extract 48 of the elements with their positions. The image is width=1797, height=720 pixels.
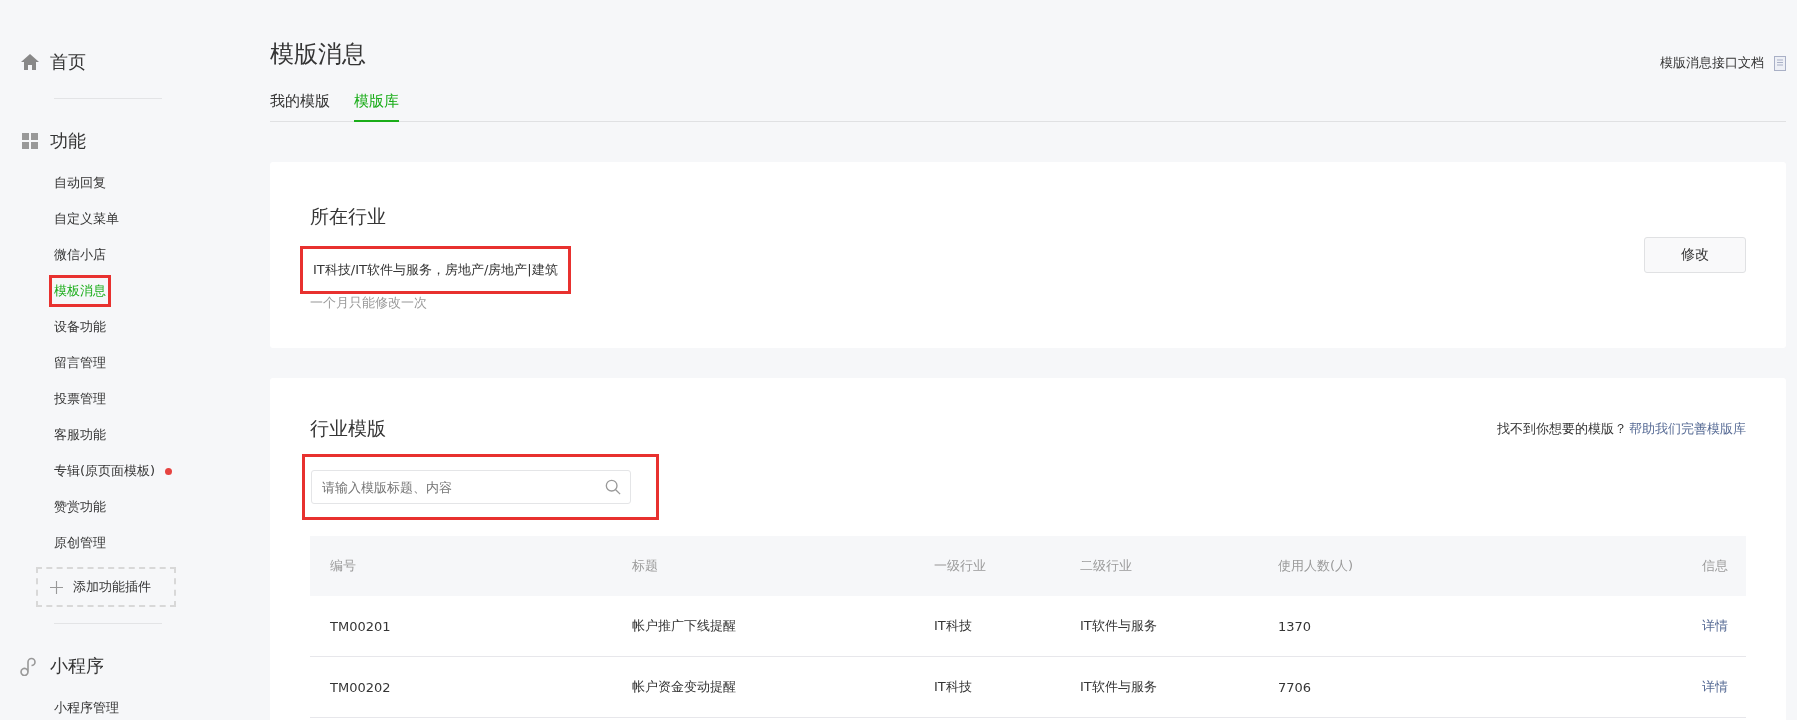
- column-header: 标题: [631, 536, 933, 596]
- plus-icon: [50, 580, 63, 594]
- table-cell: IT软件与服务: [1080, 618, 1157, 633]
- sidebar-section-title[interactable]: 小程序: [50, 654, 104, 678]
- sidebar-item[interactable]: 自动回复: [49, 167, 111, 199]
- column-header: 信息: [1479, 536, 1746, 596]
- add-plugin-button[interactable]: 添加功能插件: [36, 567, 176, 607]
- page-title: 模版消息: [270, 39, 366, 70]
- sidebar-section-title[interactable]: 首页: [50, 50, 86, 74]
- document-icon: [1774, 55, 1786, 71]
- column-header: 使用人数(人): [1277, 536, 1479, 596]
- table-cell: IT科技: [934, 618, 972, 633]
- doc-link[interactable]: 模版消息接口文档: [1660, 54, 1764, 72]
- table-cell: 1370: [1278, 618, 1312, 634]
- table-cell: TM00201: [330, 618, 391, 634]
- column-header: 编号: [310, 536, 631, 596]
- modify-button[interactable]: 修改: [1644, 237, 1746, 273]
- sidebar-item[interactable]: 专辑(原页面模板): [49, 455, 161, 487]
- help-link[interactable]: 帮助我们完善模版库: [1629, 420, 1746, 438]
- detail-link[interactable]: 详情: [1702, 618, 1728, 633]
- card-title: 行业模版: [310, 416, 386, 441]
- table-cell: IT软件与服务: [1080, 679, 1157, 694]
- column-header: 一级行业: [933, 536, 1079, 596]
- table-cell: 帐户资金变动提醒: [632, 679, 736, 694]
- sidebar-item[interactable]: 设备功能: [49, 311, 111, 343]
- sidebar-item[interactable]: 小程序管理: [49, 692, 124, 720]
- sidebar-item[interactable]: 留言管理: [49, 347, 111, 379]
- sidebar-item[interactable]: 客服功能: [49, 419, 111, 451]
- table-cell: IT科技: [934, 679, 972, 694]
- column-header: 二级行业: [1079, 536, 1277, 596]
- sidebar-item[interactable]: 投票管理: [49, 383, 111, 415]
- table-cell: 7706: [1278, 679, 1312, 695]
- industry-value: IT科技/IT软件与服务，房地产/房地产|建筑: [300, 246, 571, 294]
- search-field[interactable]: 请输入模版标题、内容: [311, 470, 631, 504]
- help-text: 找不到你想要的模版？: [1497, 420, 1627, 438]
- search-icon[interactable]: [605, 479, 621, 495]
- home-icon: [20, 52, 40, 72]
- sidebar-item[interactable]: 赞赏功能: [49, 491, 111, 523]
- table-cell: 帐户推广下线提醒: [632, 618, 736, 633]
- sidebar-section-title[interactable]: 功能: [50, 129, 86, 153]
- grid-icon: [20, 131, 40, 151]
- table-cell: TM00202: [330, 679, 391, 695]
- detail-link[interactable]: 详情: [1702, 679, 1728, 694]
- sidebar-item[interactable]: 原创管理: [49, 527, 111, 559]
- card-title: 所在行业: [310, 204, 387, 229]
- sidebar-item[interactable]: 自定义菜单: [49, 203, 124, 235]
- tab[interactable]: 我的模版: [270, 84, 330, 122]
- sidebar-item[interactable]: 微信小店: [49, 239, 111, 271]
